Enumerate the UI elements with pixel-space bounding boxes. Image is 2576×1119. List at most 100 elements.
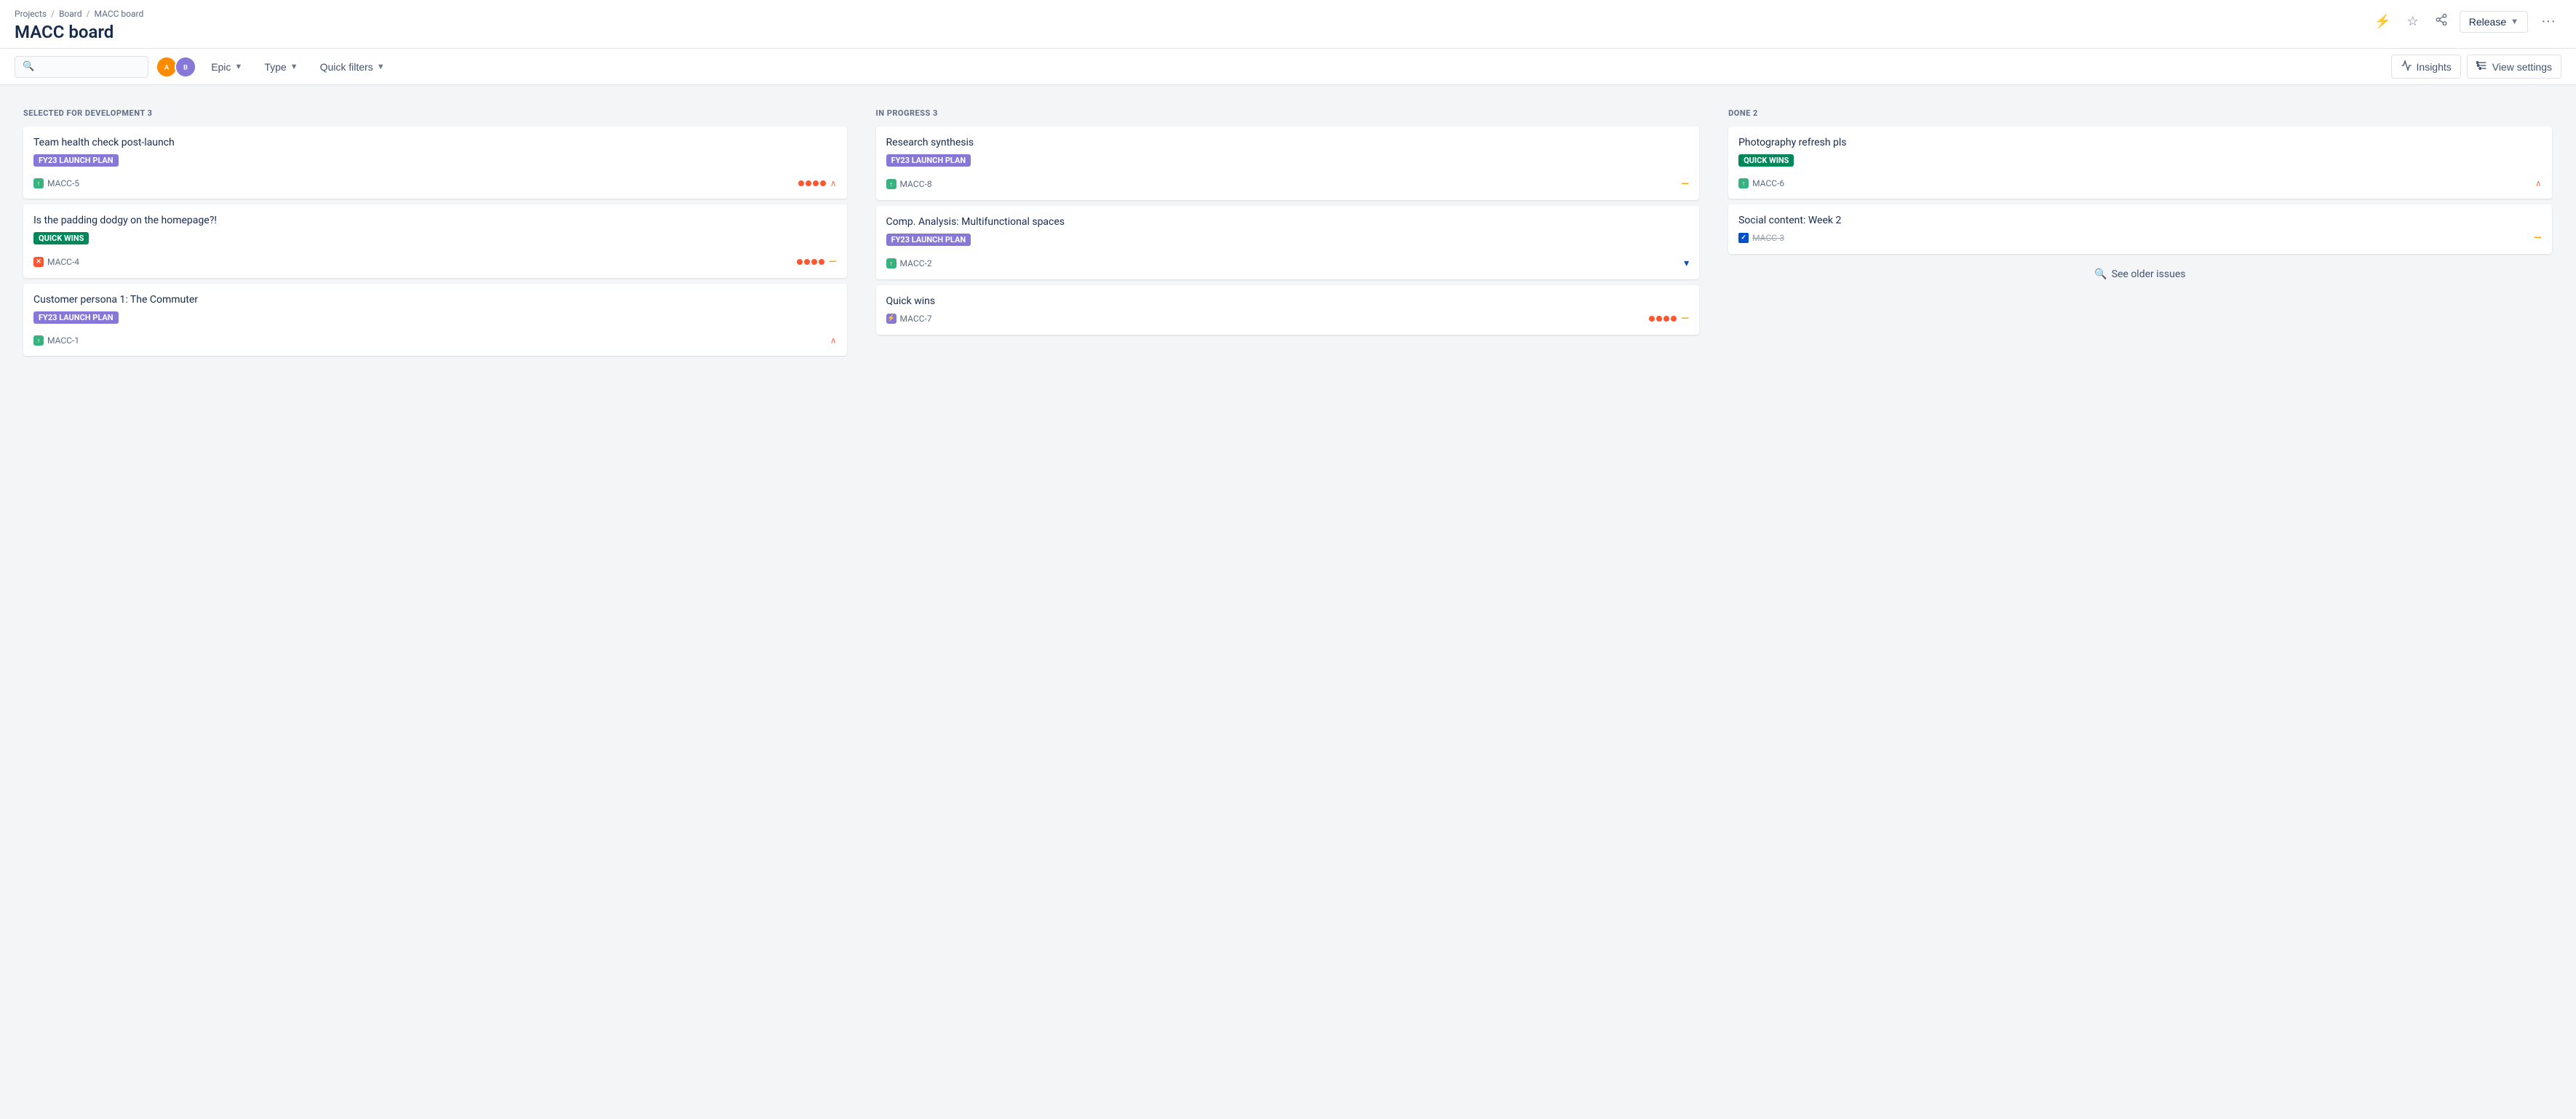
board: SELECTED FOR DEVELOPMENT 3 Team health c… <box>0 85 2576 1102</box>
star-button[interactable]: ☆ <box>2403 9 2423 33</box>
card-macc-8-id-text: MACC-8 <box>900 179 932 189</box>
breadcrumb-macc[interactable]: MACC board <box>94 9 143 19</box>
dot-3 <box>813 180 819 186</box>
card-macc-8-footer: ↑ MACC-8 — <box>886 178 1690 190</box>
story-icon-2: ↑ <box>33 335 44 346</box>
card-macc-5[interactable]: Team health check post-launch FY23 LAUNC… <box>23 127 847 199</box>
breadcrumb-board[interactable]: Board <box>59 9 82 19</box>
card-macc-1-meta: ∧ <box>830 335 837 346</box>
dot-7-3 <box>1663 316 1669 322</box>
card-macc-7-id-text: MACC-7 <box>900 314 932 324</box>
card-macc-2-id: ↑ MACC-2 <box>886 258 932 268</box>
card-macc-4-tag: QUICK WINS <box>33 232 89 244</box>
card-macc-2-footer: ↑ MACC-2 ▾ <box>886 258 1690 269</box>
epic-chevron-icon: ▼ <box>234 63 242 71</box>
view-settings-button[interactable]: View settings <box>2467 55 2561 79</box>
card-macc-3-id-text: MACC-3 <box>1752 233 1784 243</box>
type-label: Type <box>264 61 286 73</box>
see-older-label: See older issues <box>2112 268 2186 280</box>
toolbar-right: Insights View settings <box>2391 55 2561 79</box>
dot-2-1 <box>797 259 803 265</box>
card-macc-5-id: ↑ MACC-5 <box>33 178 79 188</box>
column-selected-header: SELECTED FOR DEVELOPMENT 3 <box>23 108 847 118</box>
toolbar-left: 🔍 A B Epic ▼ Type ▼ Quick filters <box>15 56 392 78</box>
card-macc-3-title: Social content: Week 2 <box>1738 215 2542 226</box>
dot-2 <box>806 180 811 186</box>
star-icon: ☆ <box>2407 14 2419 29</box>
card-macc-1-id-text: MACC-1 <box>47 335 79 346</box>
card-macc-6[interactable]: Photography refresh pls QUICK WINS ↑ MAC… <box>1728 127 2552 199</box>
card-macc-5-footer: ↑ MACC-5 ∧ <box>33 178 837 188</box>
search-box[interactable]: 🔍 <box>15 56 148 78</box>
release-button[interactable]: Release ▼ <box>2460 11 2528 33</box>
card-macc-7-meta: — <box>1649 313 1689 324</box>
more-button[interactable]: ··· <box>2535 10 2561 33</box>
card-macc-7-footer: ⚡ MACC-7 — <box>886 313 1690 324</box>
quick-filters-button[interactable]: Quick filters ▼ <box>313 57 392 77</box>
card-macc-6-footer: ↑ MACC-6 ∧ <box>1738 178 2542 188</box>
column-done-header: DONE 2 <box>1728 108 2552 118</box>
epic-label: Epic <box>211 61 231 73</box>
column-inprogress-header: IN PROGRESS 3 <box>876 108 1700 118</box>
dot-2-4 <box>819 259 824 265</box>
dot-4 <box>820 180 826 186</box>
card-macc-3-footer: ✓ MACC-3 — <box>1738 232 2542 244</box>
breadcrumb-projects[interactable]: Projects <box>15 9 47 19</box>
search-input[interactable] <box>39 61 140 73</box>
card-macc-6-meta: ∧ <box>2535 178 2542 188</box>
lightning-button[interactable]: ⚡ <box>2370 9 2395 33</box>
dot-1 <box>798 180 804 186</box>
collapse-icon-6: ∧ <box>2535 178 2542 188</box>
card-macc-1[interactable]: Customer persona 1: The Commuter FY23 LA… <box>23 284 847 356</box>
card-macc-6-tag: QUICK WINS <box>1738 154 1794 167</box>
priority-dots-7 <box>1649 316 1677 322</box>
collapse-icon-1: ∧ <box>830 178 837 188</box>
view-settings-label: View settings <box>2492 61 2552 73</box>
bug-icon: ✕ <box>33 257 44 267</box>
card-macc-2-meta: ▾ <box>1684 258 1689 269</box>
column-selected: SELECTED FOR DEVELOPMENT 3 Team health c… <box>15 100 856 370</box>
insights-button[interactable]: Insights <box>2391 55 2461 79</box>
minus-icon-2: — <box>1681 178 1689 190</box>
epic-icon: ⚡ <box>886 314 897 324</box>
header: Projects / Board / MACC board MACC board… <box>0 0 2576 85</box>
header-actions: ⚡ ☆ Release ▼ ··· <box>2370 9 2561 34</box>
dot-7-4 <box>1671 316 1677 322</box>
card-macc-6-id: ↑ MACC-6 <box>1738 178 1784 188</box>
minus-icon-3: — <box>2534 232 2542 244</box>
avatars: A B <box>156 56 196 78</box>
card-macc-1-id: ↑ MACC-1 <box>33 335 79 346</box>
card-macc-4-meta: — <box>797 256 837 268</box>
card-macc-8-title: Research synthesis <box>886 137 1690 148</box>
more-icon: ··· <box>2541 13 2556 29</box>
card-macc-7-id: ⚡ MACC-7 <box>886 314 932 324</box>
task-icon: ✓ <box>1738 233 1749 243</box>
card-macc-1-tag: FY23 LAUNCH PLAN <box>33 311 119 324</box>
page-title: MACC board <box>15 22 143 42</box>
search-icon: 🔍 <box>23 61 34 72</box>
avatar-2[interactable]: B <box>175 56 196 78</box>
svg-text:B: B <box>183 63 188 71</box>
share-icon <box>2435 13 2448 30</box>
type-filter-button[interactable]: Type ▼ <box>257 57 305 77</box>
card-macc-8-id: ↑ MACC-8 <box>886 179 932 189</box>
card-macc-6-id-text: MACC-6 <box>1752 178 1784 188</box>
column-inprogress: IN PROGRESS 3 Research synthesis FY23 LA… <box>867 100 1709 349</box>
card-macc-2-title: Comp. Analysis: Multifunctional spaces <box>886 216 1690 228</box>
card-macc-4[interactable]: Is the padding dodgy on the homepage?! Q… <box>23 204 847 278</box>
share-button[interactable] <box>2430 9 2452 34</box>
card-macc-2[interactable]: Comp. Analysis: Multifunctional spaces F… <box>876 206 1700 279</box>
card-macc-8[interactable]: Research synthesis FY23 LAUNCH PLAN ↑ MA… <box>876 127 1700 200</box>
svg-text:A: A <box>164 63 170 71</box>
see-older-search-icon: 🔍 <box>2094 268 2107 280</box>
header-top: Projects / Board / MACC board MACC board… <box>0 0 2576 49</box>
see-older-issues[interactable]: 🔍 See older issues <box>1728 260 2552 289</box>
dot-2-2 <box>804 259 810 265</box>
card-macc-2-tag: FY23 LAUNCH PLAN <box>886 234 971 246</box>
view-settings-icon <box>2476 60 2488 73</box>
card-macc-7[interactable]: Quick wins ⚡ MACC-7 — <box>876 285 1700 335</box>
card-macc-3[interactable]: Social content: Week 2 ✓ MACC-3 — <box>1728 204 2552 254</box>
header-top-left: Projects / Board / MACC board MACC board <box>15 9 143 42</box>
card-macc-5-tag: FY23 LAUNCH PLAN <box>33 154 119 167</box>
epic-filter-button[interactable]: Epic ▼ <box>204 57 250 77</box>
